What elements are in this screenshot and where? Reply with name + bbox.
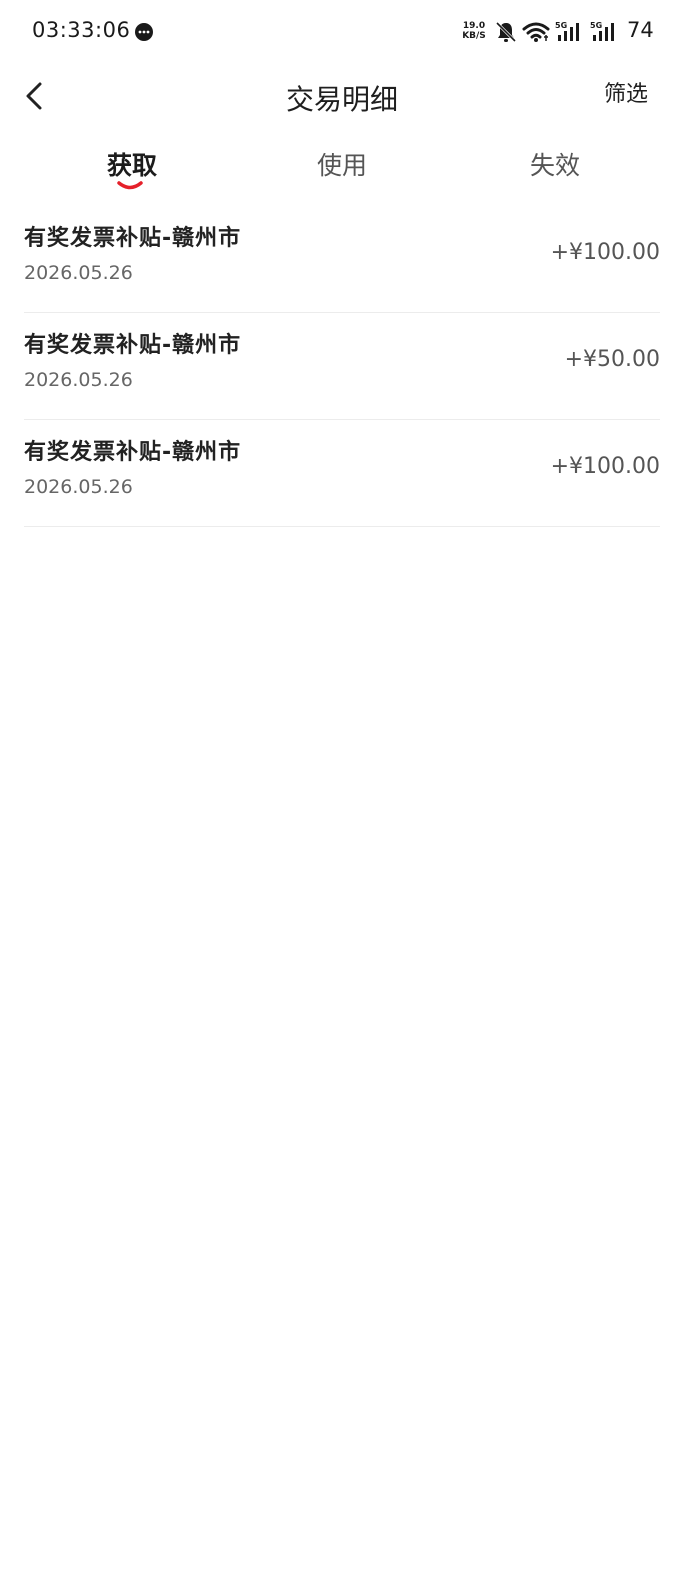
bell-muted-icon bbox=[495, 21, 517, 43]
svg-text:5G: 5G bbox=[590, 21, 602, 30]
page-title: 交易明细 bbox=[285, 83, 398, 116]
tab-obtain[interactable]: 获取 bbox=[52, 146, 212, 182]
tab-expired[interactable]: 失效 bbox=[475, 146, 635, 182]
status-bar: 03:33:06 19.0 KB/S 5G 5G 74 bbox=[0, 0, 684, 64]
list-item[interactable]: 有奖发票补贴-赣州市 2026.05.26 +¥50.00 bbox=[24, 313, 660, 420]
wifi-icon bbox=[522, 22, 550, 42]
list-item[interactable]: 有奖发票补贴-赣州市 2026.05.26 +¥100.00 bbox=[24, 206, 660, 313]
transaction-title: 有奖发票补贴-赣州市 bbox=[24, 440, 242, 465]
signal-5g-icon: 5G bbox=[555, 21, 579, 41]
transaction-list: 有奖发票补贴-赣州市 2026.05.26 +¥100.00 有奖发票补贴-赣州… bbox=[24, 206, 660, 527]
signal-5g-icon: 5G bbox=[590, 21, 614, 41]
transaction-amount: +¥100.00 bbox=[550, 240, 660, 265]
filter-button[interactable]: 筛选 bbox=[604, 76, 648, 108]
nav-bar: 交易明细 筛选 bbox=[0, 64, 684, 130]
transaction-date: 2026.05.26 bbox=[24, 476, 133, 498]
network-speed: 19.0 KB/S bbox=[462, 21, 486, 41]
transaction-date: 2026.05.26 bbox=[24, 369, 133, 391]
svg-text:5G: 5G bbox=[555, 21, 567, 30]
transaction-date: 2026.05.26 bbox=[24, 262, 133, 284]
tab-bar: 获取 使用 失效 bbox=[0, 140, 684, 206]
list-item[interactable]: 有奖发票补贴-赣州市 2026.05.26 +¥100.00 bbox=[24, 420, 660, 527]
transaction-amount: +¥100.00 bbox=[550, 454, 660, 479]
battery-level: 74 bbox=[627, 18, 654, 42]
transaction-title: 有奖发票补贴-赣州市 bbox=[24, 226, 242, 251]
transaction-title: 有奖发票补贴-赣州市 bbox=[24, 333, 242, 358]
message-icon bbox=[135, 23, 153, 41]
status-time: 03:33:06 bbox=[32, 18, 131, 42]
transaction-amount: +¥50.00 bbox=[564, 347, 660, 372]
tab-use[interactable]: 使用 bbox=[262, 146, 422, 182]
active-tab-indicator bbox=[117, 181, 143, 190]
